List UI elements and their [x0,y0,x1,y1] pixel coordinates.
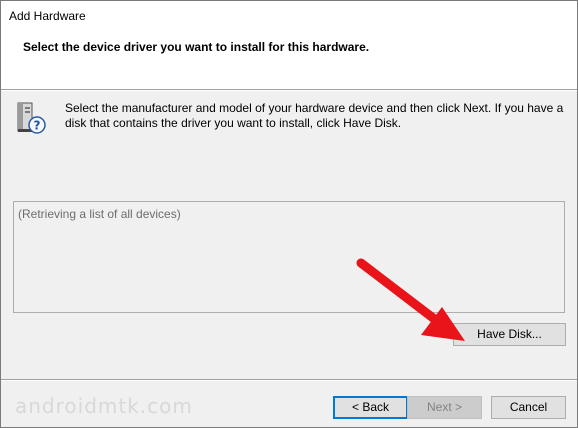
page-heading: Select the device driver you want to ins… [23,40,370,54]
device-list[interactable]: (Retrieving a list of all devices) [13,201,565,313]
header-divider [1,89,577,91]
device-list-status: (Retrieving a list of all devices) [18,207,181,221]
window-title: Add Hardware [9,9,86,23]
back-button[interactable]: < Back [333,396,408,419]
footer-divider [1,379,577,381]
add-hardware-dialog: Add Hardware Select the device driver yo… [0,0,578,428]
next-button[interactable]: Next > [407,396,482,419]
dialog-header: Add Hardware Select the device driver yo… [1,1,577,89]
svg-text:?: ? [34,119,41,133]
red-arrow-annotation [356,258,465,341]
hardware-device-question-icon: ? [17,102,46,134]
watermark-text: androidmtk.com [15,394,193,418]
instructions-text: Select the manufacturer and model of you… [65,101,564,130]
cancel-button[interactable]: Cancel [491,396,566,419]
